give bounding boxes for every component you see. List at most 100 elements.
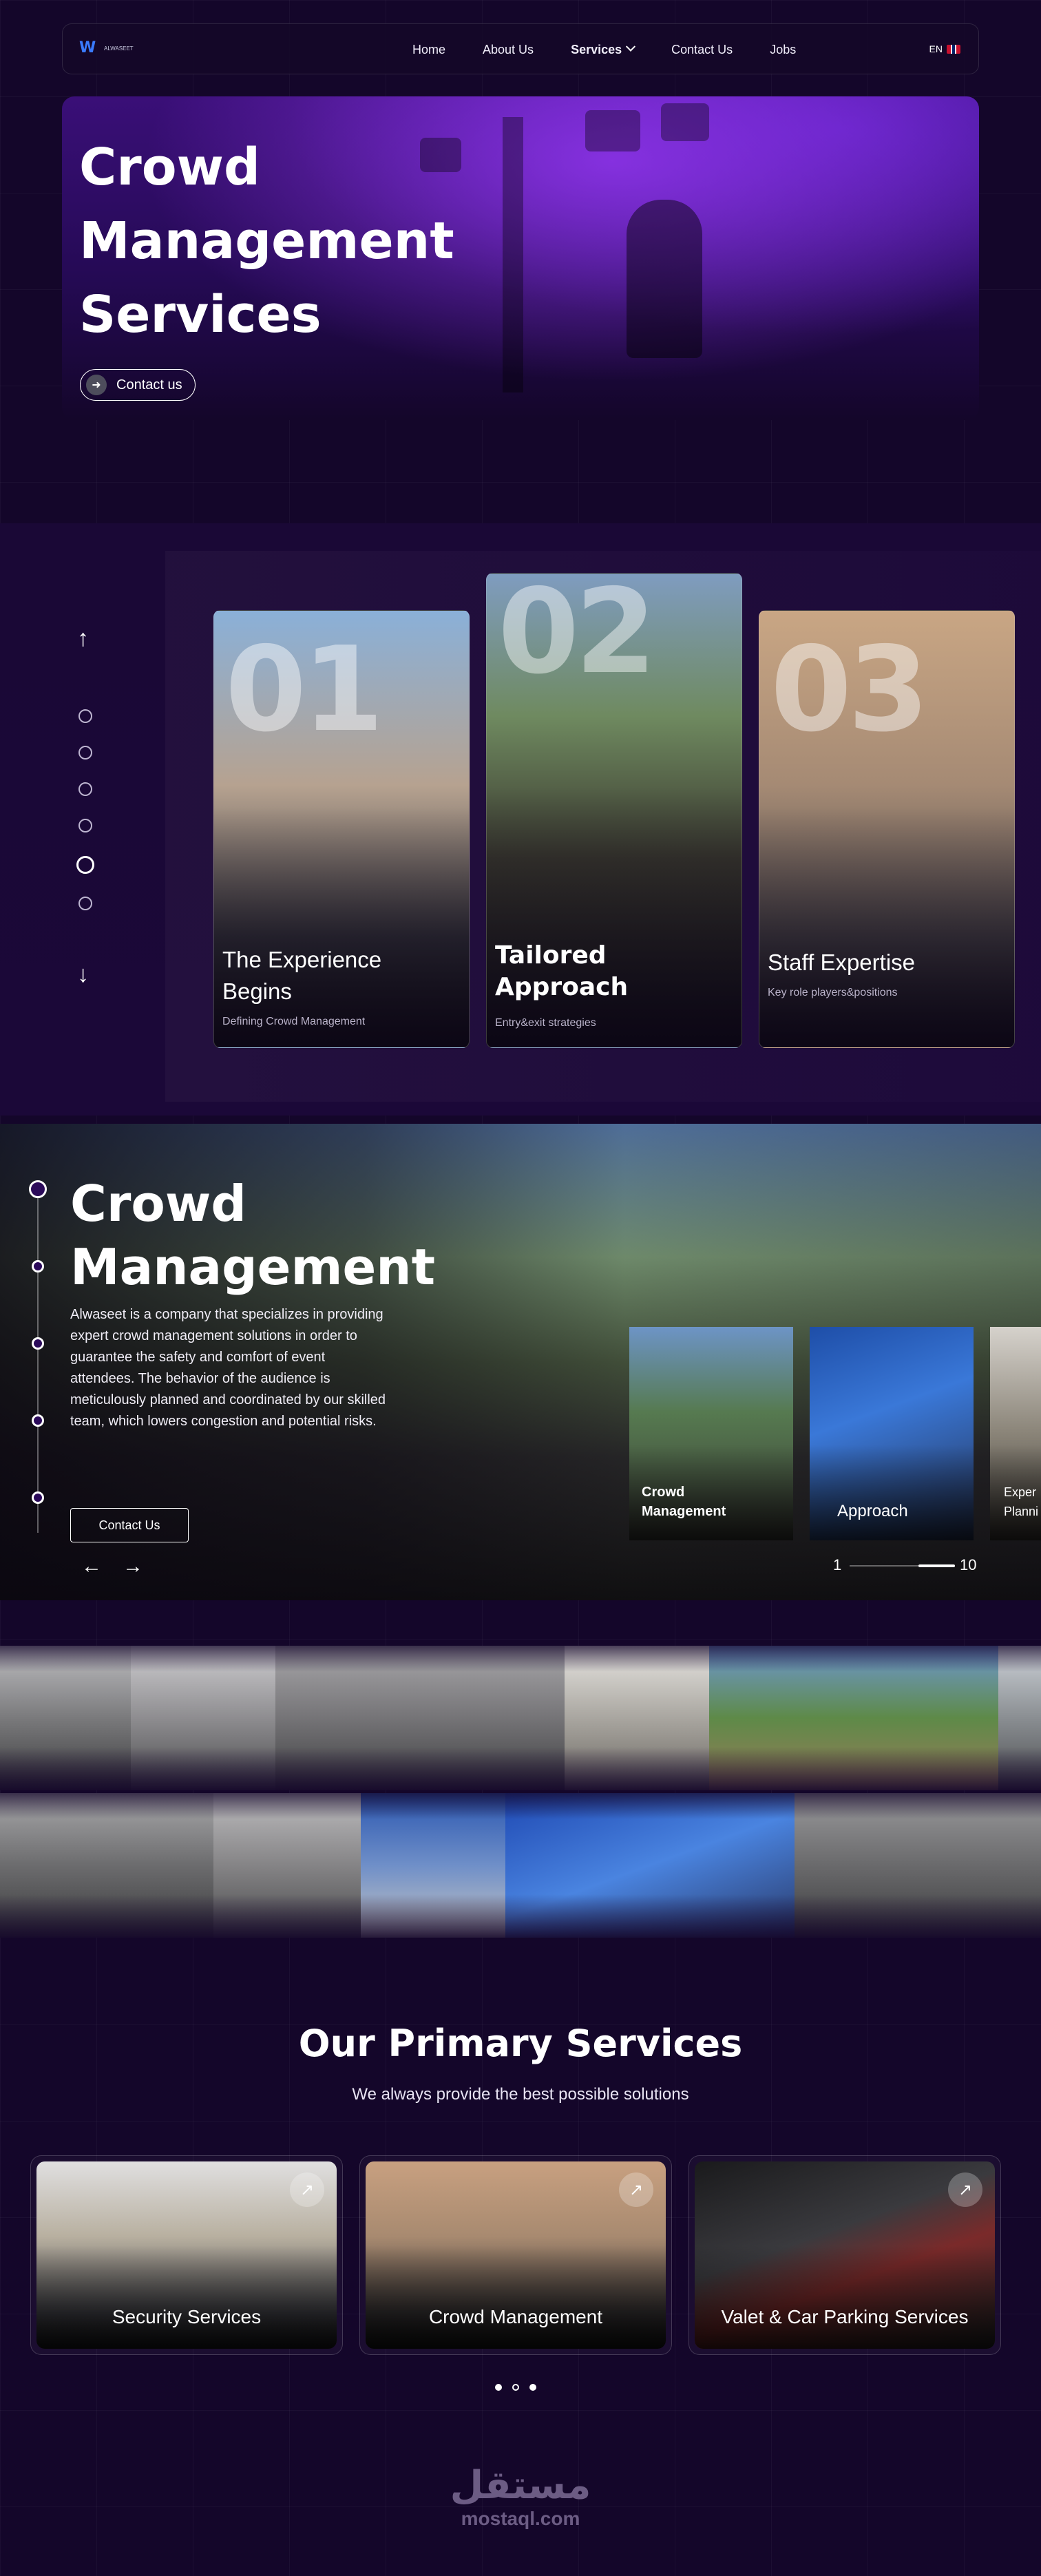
services-page-dot-2[interactable] xyxy=(512,2384,519,2391)
experience-card-2[interactable]: 02 Tailored Approach Entry&exit strategi… xyxy=(486,573,742,1048)
nav-link-home[interactable]: Home xyxy=(412,43,445,57)
slider-dot-2[interactable] xyxy=(78,746,92,760)
hero-light-decoration xyxy=(585,110,640,151)
thumbnail-shade xyxy=(810,1444,974,1540)
timeline-line xyxy=(37,1188,39,1533)
mostaql-watermark: مستقل mostaql.com xyxy=(0,2464,1041,2530)
thumbnail-crowd-management[interactable]: Crowd Management xyxy=(629,1327,793,1540)
nav-link-about[interactable]: About Us xyxy=(483,43,534,57)
card-title: Tailored Approach xyxy=(495,940,628,1003)
card-subtitle: Defining Crowd Management xyxy=(222,1016,366,1027)
service-image: ↗ Crowd Management xyxy=(366,2161,666,2349)
crowd-title-line-2: Management xyxy=(70,1238,435,1296)
timeline-dot-3[interactable] xyxy=(32,1337,44,1350)
logo-mark-icon: W xyxy=(79,39,96,56)
card-title-line-1: Staff Expertise xyxy=(768,950,916,975)
service-label: Valet & Car Parking Services xyxy=(721,2306,969,2327)
thumbnail-label: Exper Planni xyxy=(1004,1483,1038,1521)
nav-link-jobs[interactable]: Jobs xyxy=(770,43,796,57)
slide-progress-fill xyxy=(918,1564,955,1567)
experience-card-1[interactable]: 01 The Experience Begins Defining Crowd … xyxy=(213,610,470,1048)
timeline-dot-5[interactable] xyxy=(32,1491,44,1504)
arrow-right-icon: ➜ xyxy=(86,375,107,395)
slide-counter-total: 10 xyxy=(960,1556,977,1573)
language-switcher[interactable]: EN xyxy=(929,43,960,54)
arrow-up-icon[interactable]: ↑ xyxy=(77,625,89,652)
gallery-strip-1 xyxy=(0,1646,1041,1790)
strip-fade xyxy=(0,1646,1041,1790)
nav-link-contact[interactable]: Contact Us xyxy=(671,43,733,57)
gallery-strip-2 xyxy=(0,1793,1041,1938)
services-page-dot-1[interactable] xyxy=(495,2384,502,2391)
logo[interactable]: W ALWASEET xyxy=(79,41,138,56)
service-card-crowd-management[interactable]: ↗ Crowd Management xyxy=(359,2155,672,2355)
uk-flag-icon xyxy=(947,44,960,54)
card-title-line-2: Approach xyxy=(495,973,629,1001)
logo-text: ALWASEET xyxy=(104,45,134,52)
slider-dot-3[interactable] xyxy=(78,782,92,796)
card-shade xyxy=(487,786,742,1047)
slider-dot-4[interactable] xyxy=(78,819,92,833)
crowd-title-line-1: Crowd xyxy=(70,1175,246,1233)
hero-person-silhouette xyxy=(627,200,702,358)
card-subtitle: Entry&exit strategies xyxy=(495,1017,596,1029)
nav-link-services-label: Services xyxy=(571,42,622,56)
card-subtitle: Key role players&positions xyxy=(768,987,898,998)
arrow-down-icon[interactable]: ↓ xyxy=(77,961,89,988)
hero-title-line-2: Management xyxy=(79,211,454,271)
thumbnail-label-line-1: Exper xyxy=(1004,1485,1037,1499)
slider-dot-6[interactable] xyxy=(78,897,92,910)
thumbnail-label-line-1: Crowd xyxy=(642,1485,685,1500)
timeline-dot-1-active[interactable] xyxy=(29,1180,47,1198)
arrow-left-icon[interactable]: ← xyxy=(81,1555,102,1578)
hero-light-decoration-2 xyxy=(661,103,709,141)
slider-dot-5-active[interactable] xyxy=(76,856,94,874)
thumbnail-label-line-1: Approach xyxy=(837,1502,908,1520)
nav-links: Home About Us Services Contact Us Jobs xyxy=(412,24,833,75)
top-navbar: W ALWASEET Home About Us Services Contac… xyxy=(62,23,979,74)
crowd-title: Crowd Management xyxy=(70,1172,435,1299)
thumbnail-label: Approach xyxy=(837,1502,908,1521)
card-number: 02 xyxy=(498,573,657,700)
card-shade xyxy=(759,807,1014,1047)
nav-link-services[interactable]: Services xyxy=(571,41,636,57)
arrow-up-right-icon[interactable]: ↗ xyxy=(619,2172,653,2207)
slider-dot-1[interactable] xyxy=(78,709,92,723)
thumbnail-label-line-2: Planni xyxy=(1004,1505,1039,1518)
primary-services-title: Our Primary Services xyxy=(298,2022,743,2065)
language-label: EN xyxy=(929,43,943,54)
experience-card-3[interactable]: 03 Staff Expertise Key role players&posi… xyxy=(759,610,1015,1048)
service-shade xyxy=(366,2245,666,2349)
services-page-dot-3[interactable] xyxy=(529,2384,536,2391)
service-label: Security Services xyxy=(112,2306,262,2327)
thumbnail-approach[interactable]: Approach xyxy=(810,1327,974,1540)
service-card-security[interactable]: ↗ Security Services xyxy=(30,2155,343,2355)
timeline-dot-2[interactable] xyxy=(32,1260,44,1273)
watermark-arabic: مستقل xyxy=(450,2463,591,2508)
timeline-dot-4[interactable] xyxy=(32,1414,44,1427)
hero-contact-button[interactable]: ➜ Contact us xyxy=(80,369,196,401)
arrow-up-right-icon[interactable]: ↗ xyxy=(290,2172,324,2207)
crowd-management-banner: Crowd Management Alwaseet is a company t… xyxy=(0,1124,1041,1600)
card-shade xyxy=(214,807,469,1047)
service-shade xyxy=(695,2245,995,2349)
thumbnail-experience-planning[interactable]: Exper Planni xyxy=(990,1327,1041,1540)
service-image: ↗ Valet & Car Parking Services xyxy=(695,2161,995,2349)
arrow-right-icon[interactable]: → xyxy=(123,1555,143,1578)
card-number: 03 xyxy=(770,622,929,758)
slide-progress-track xyxy=(850,1564,955,1567)
slide-counter-current: 1 xyxy=(833,1556,842,1573)
hero-title-line-3: Services xyxy=(79,285,322,344)
chevron-down-icon xyxy=(626,41,636,52)
primary-services-subtitle: We always provide the best possible solu… xyxy=(352,2085,689,2104)
thumbnail-label: Crowd Management xyxy=(642,1483,726,1521)
service-shade xyxy=(36,2245,337,2349)
service-image: ↗ Security Services xyxy=(36,2161,337,2349)
strip-fade xyxy=(0,1793,1041,1938)
crowd-contact-button[interactable]: Contact Us xyxy=(70,1508,189,1542)
card-title-line-1: The Experience xyxy=(222,947,382,972)
arrow-up-right-icon[interactable]: ↗ xyxy=(948,2172,982,2207)
card-number: 01 xyxy=(225,622,384,758)
service-card-valet-parking[interactable]: ↗ Valet & Car Parking Services xyxy=(688,2155,1001,2355)
card-title-line-2: Begins xyxy=(222,978,292,1004)
